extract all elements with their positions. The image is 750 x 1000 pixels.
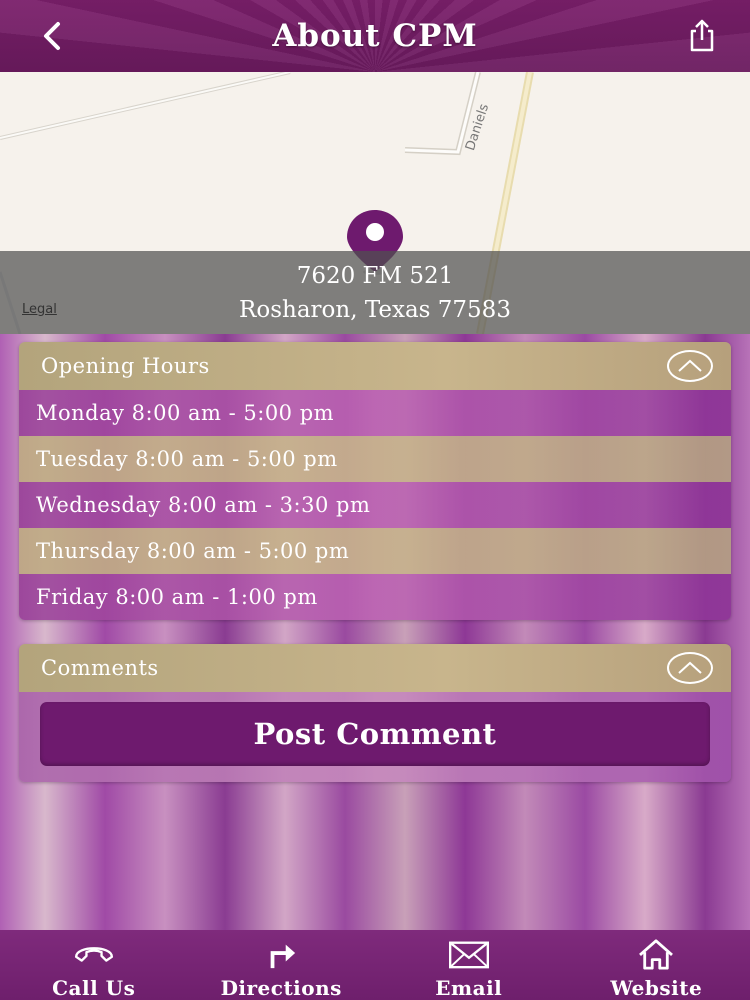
bottom-tab-bar: Call Us Directions Email Website xyxy=(0,930,750,1000)
tab-email-label: Email xyxy=(435,976,503,1000)
tab-email[interactable]: Email xyxy=(375,930,563,1000)
address-block: 7620 FM 521 Rosharon, Texas 77583 xyxy=(0,251,750,334)
chevron-up-icon xyxy=(678,661,702,674)
hours-row-monday: Monday 8:00 am - 5:00 pm xyxy=(19,390,731,436)
comments-card: Comments Post Comment xyxy=(19,644,731,782)
chevron-up-icon xyxy=(678,359,702,372)
opening-hours-card: Opening Hours Monday 8:00 am - 5:00 pm T… xyxy=(19,342,731,620)
opening-hours-header[interactable]: Opening Hours xyxy=(19,342,731,390)
collapse-comments-button[interactable] xyxy=(667,652,713,684)
phone-icon xyxy=(74,947,113,962)
legal-link[interactable]: Legal xyxy=(22,302,57,317)
hours-row-tuesday: Tuesday 8:00 am - 5:00 pm xyxy=(19,436,731,482)
comments-header[interactable]: Comments xyxy=(19,644,731,692)
turn-right-arrow-icon xyxy=(270,944,296,969)
hours-row-wednesday: Wednesday 8:00 am - 3:30 pm xyxy=(19,482,731,528)
comments-body: Post Comment xyxy=(19,692,731,782)
header-bar: About CPM xyxy=(0,0,750,72)
tab-website[interactable]: Website xyxy=(563,930,750,1000)
chevron-left-icon[interactable] xyxy=(36,18,72,54)
collapse-opening-hours-button[interactable] xyxy=(667,350,713,382)
opening-hours-title: Opening Hours xyxy=(41,354,210,378)
envelope-icon xyxy=(448,941,489,969)
tab-call-us-label: Call Us xyxy=(52,976,136,1000)
home-icon xyxy=(639,939,674,970)
address-line-1: 7620 FM 521 xyxy=(296,262,454,289)
post-comment-button[interactable]: Post Comment xyxy=(40,702,710,766)
tab-website-label: Website xyxy=(610,976,703,1000)
address-line-2: Rosharon, Texas 77583 xyxy=(239,296,511,323)
hours-row-thursday: Thursday 8:00 am - 5:00 pm xyxy=(19,528,731,574)
share-icon[interactable] xyxy=(684,18,720,54)
tab-call-us[interactable]: Call Us xyxy=(0,930,188,1000)
hours-row-friday: Friday 8:00 am - 1:00 pm xyxy=(19,574,731,620)
comments-title: Comments xyxy=(41,656,159,680)
tab-directions[interactable]: Directions xyxy=(188,930,376,1000)
tab-directions-label: Directions xyxy=(220,976,342,1000)
page-title: About CPM xyxy=(272,18,478,54)
